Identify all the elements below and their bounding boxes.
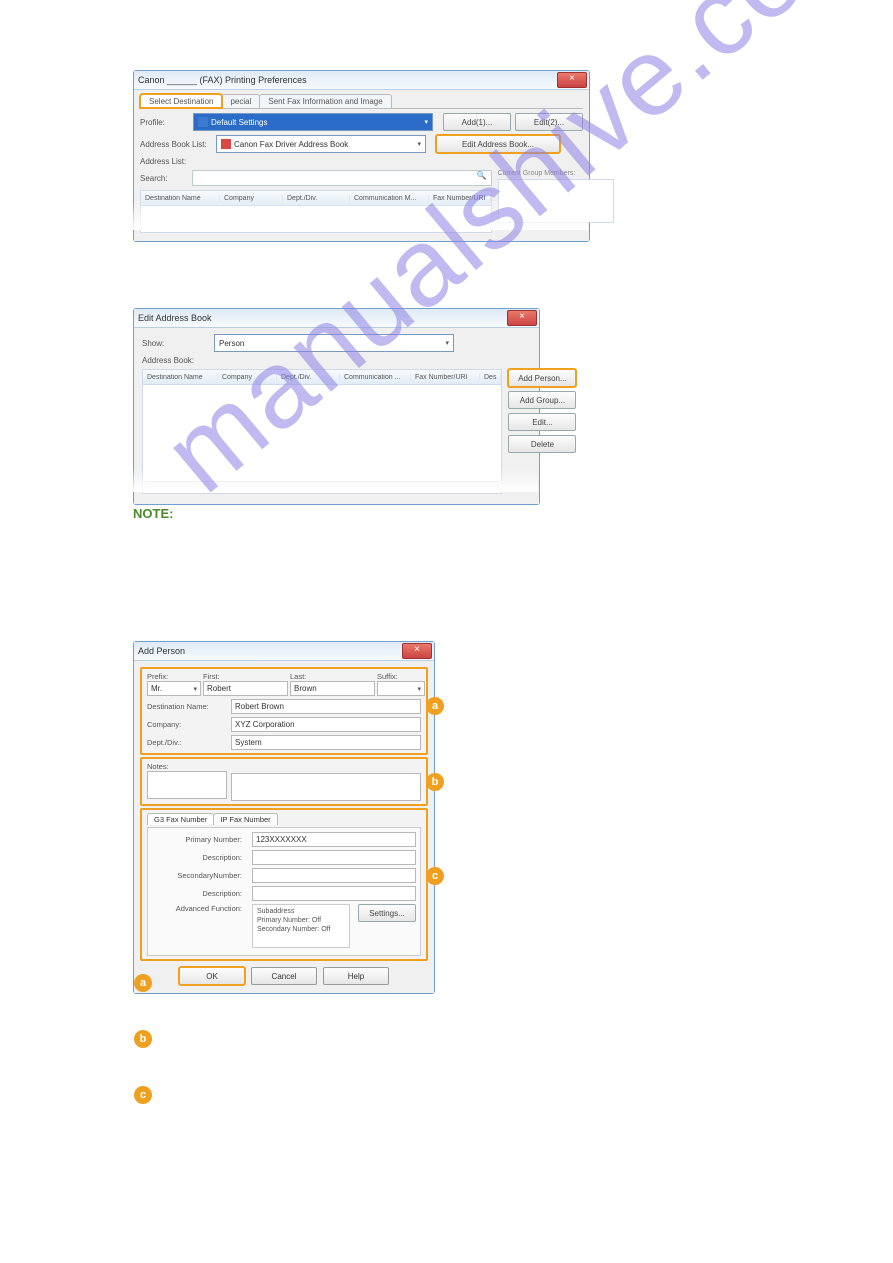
destination-name-input[interactable]: Robert Brown — [231, 699, 421, 714]
col-dept[interactable]: Dept./Div. — [277, 374, 340, 381]
badge-b: b — [426, 773, 444, 791]
badge-a: a — [426, 697, 444, 715]
tabs: Select Destination pecial Sent Fax Infor… — [140, 94, 583, 109]
tab-special[interactable]: pecial — [221, 94, 260, 108]
company-label: Company: — [147, 720, 227, 729]
help-button[interactable]: Help — [323, 967, 389, 985]
legend-c: c — [134, 1086, 152, 1104]
secondary-number-label: SecondaryNumber: — [152, 871, 248, 880]
cancel-button[interactable]: Cancel — [251, 967, 317, 985]
search-label: Search: — [140, 174, 188, 183]
close-icon[interactable] — [507, 310, 537, 326]
profile-value: Default Settings — [211, 118, 267, 127]
add-group-button[interactable]: Add Group... — [508, 391, 576, 409]
titlebar: Edit Address Book — [134, 309, 539, 328]
ok-button[interactable]: OK — [179, 967, 245, 985]
close-icon[interactable] — [557, 72, 587, 88]
dept-input[interactable]: System — [231, 735, 421, 750]
secondary-number-input[interactable] — [252, 868, 416, 883]
delete-button[interactable]: Delete — [508, 435, 576, 453]
current-group-members-label: Current Group Members: — [498, 170, 612, 177]
tab-ip-fax[interactable]: IP Fax Number — [213, 813, 277, 825]
edit-button[interactable]: Edit... — [508, 413, 576, 431]
add-person-window: Add Person Prefix: Mr. First: Robert Las… — [133, 641, 435, 994]
section-b: Notes: — [140, 757, 428, 806]
table-header: Destination Name Company Dept./Div. Comm… — [142, 369, 502, 385]
badge-c: c — [426, 867, 444, 885]
address-book-list-label: Address Book List: — [140, 140, 212, 149]
window-title: Edit Address Book — [138, 313, 212, 323]
close-icon[interactable] — [402, 643, 432, 659]
titlebar: Canon ______ (FAX) Printing Preferences — [134, 71, 589, 90]
company-input[interactable]: XYZ Corporation — [231, 717, 421, 732]
book-icon — [221, 139, 231, 149]
prefix-select[interactable]: Mr. — [147, 681, 201, 696]
description1-input[interactable] — [252, 850, 416, 865]
legend-b: b — [134, 1030, 152, 1048]
description2-input[interactable] — [252, 886, 416, 901]
last-label: Last: — [290, 672, 375, 681]
window-title: Add Person — [138, 646, 185, 656]
show-dropdown[interactable]: Person — [214, 334, 454, 352]
address-book-label: Address Book: — [142, 356, 210, 365]
col-destination-name[interactable]: Destination Name — [143, 374, 218, 381]
show-value: Person — [219, 339, 244, 348]
badge-c-icon: c — [134, 1086, 152, 1104]
section-c: G3 Fax Number IP Fax Number Primary Numb… — [140, 808, 428, 961]
address-book-list-dropdown[interactable]: Canon Fax Driver Address Book — [216, 135, 426, 153]
notes-label: Notes: — [147, 762, 227, 771]
suffix-select[interactable] — [377, 681, 425, 696]
col-fax-number[interactable]: Fax Number/URI — [411, 374, 480, 381]
address-book-list-value: Canon Fax Driver Address Book — [234, 140, 348, 149]
profile-label: Profile: — [140, 118, 189, 127]
advanced-function-area: Subaddress Primary Number: Off Secondary… — [252, 904, 350, 948]
legend-a: a — [134, 974, 152, 992]
destination-name-label: Destination Name: — [147, 702, 227, 711]
show-label: Show: — [142, 339, 210, 348]
add-person-button[interactable]: Add Person... — [508, 369, 576, 387]
description2-label: Description: — [152, 889, 248, 898]
profile-dropdown[interactable]: Default Settings — [193, 113, 433, 131]
badge-b-icon: b — [134, 1030, 152, 1048]
profile-icon — [198, 117, 208, 127]
suffix-label: Suffix: — [377, 672, 421, 681]
last-input[interactable]: Brown — [290, 681, 375, 696]
edit-button[interactable]: Edit(2)... — [515, 113, 583, 131]
notes-area-right[interactable] — [231, 773, 421, 801]
settings-button[interactable]: Settings... — [358, 904, 416, 922]
tab-sent-fax-info[interactable]: Sent Fax Information and Image — [259, 94, 391, 108]
col-company[interactable]: Company — [218, 374, 277, 381]
primary-number-label: Primary Number: — [152, 835, 248, 844]
tab-g3-fax[interactable]: G3 Fax Number — [147, 813, 214, 825]
section-a: Prefix: Mr. First: Robert Last: Brown Su… — [140, 667, 428, 755]
add-button[interactable]: Add(1)... — [443, 113, 511, 131]
badge-a-icon: a — [134, 974, 152, 992]
notes-area-left[interactable] — [147, 771, 227, 799]
dept-label: Dept./Div.: — [147, 738, 227, 747]
titlebar: Add Person — [134, 642, 434, 661]
col-description[interactable]: Des — [480, 374, 501, 381]
first-label: First: — [203, 672, 288, 681]
col-communication[interactable]: Communication ... — [340, 374, 411, 381]
primary-number-input[interactable]: 123XXXXXXX — [252, 832, 416, 847]
edit-address-book-button[interactable]: Edit Address Book... — [436, 135, 560, 153]
description1-label: Description: — [152, 853, 248, 862]
window-title: Canon ______ (FAX) Printing Preferences — [138, 75, 307, 85]
search-input[interactable] — [192, 170, 492, 186]
first-input[interactable]: Robert — [203, 681, 288, 696]
note-heading: NOTE: — [133, 506, 173, 521]
tab-select-destination[interactable]: Select Destination — [140, 94, 222, 108]
advanced-function-label: Advanced Function: — [152, 904, 248, 913]
prefix-label: Prefix: — [147, 672, 201, 681]
address-list-label: Address List: — [140, 157, 212, 166]
